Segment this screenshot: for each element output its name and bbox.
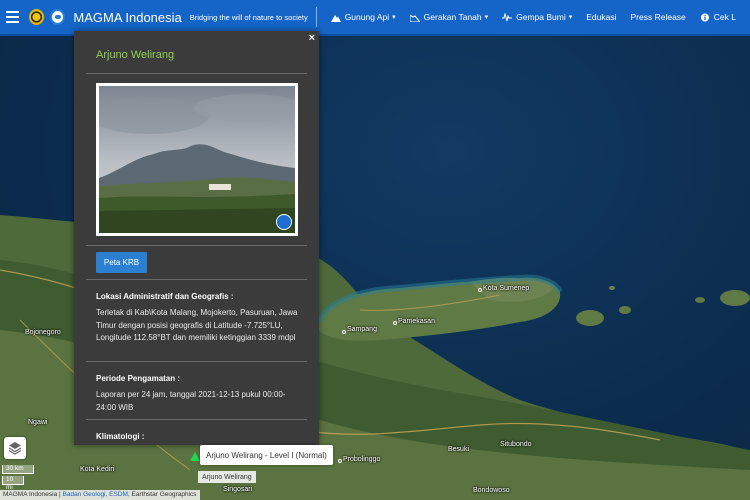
attribution-link[interactable]: Badan Geologi, ESDM,	[63, 491, 130, 498]
place-label: Situbondo	[500, 441, 532, 448]
section-text-periode: Laporan per 24 jam, tanggal 2021-12-13 p…	[96, 390, 286, 412]
esdm-logo	[29, 9, 45, 25]
place-label: Kota Sumenep	[483, 285, 530, 292]
place-label: Bojonegoro	[25, 329, 61, 336]
volcano-title: Arjuno Welirang	[96, 49, 175, 61]
chevron-down-icon: ▾	[392, 14, 396, 21]
nav-label: Gerakan Tanah	[423, 12, 482, 22]
peta-krb-button[interactable]: Peta KRB	[96, 252, 147, 273]
divider	[86, 419, 307, 420]
volcano-tooltip: Arjuno Welirang - Level I (Normal)	[200, 445, 333, 465]
volcano-photo-image	[99, 86, 295, 233]
nav-gerakan-tanah[interactable]: Gerakan Tanah ▾	[409, 12, 489, 22]
nav-edukasi[interactable]: Edukasi	[586, 12, 616, 22]
volcano-photo[interactable]	[96, 83, 298, 236]
landslide-icon	[409, 13, 420, 22]
nav-label: Gunung Api	[344, 12, 390, 22]
nav-gunung-api[interactable]: Gunung Api ▾	[330, 12, 396, 22]
layers-icon	[8, 442, 22, 455]
place-label: Singosari	[223, 486, 253, 493]
section-heading-lokasi: Lokasi Administratif dan Geografis :	[96, 292, 234, 301]
nav-label: Cek L	[713, 12, 736, 22]
nav-label: Press Release	[630, 12, 686, 22]
volcano-info-panel: × Arjuno Welirang Peta KRB Lokasi Admini	[74, 31, 319, 445]
magma-logo	[50, 9, 66, 25]
attribution-source: MAGMA Indonesia |	[3, 491, 61, 498]
brand-title[interactable]: MAGMA Indonesia	[73, 10, 181, 25]
section-text-lokasi: Terletak di Kab\Kota Malang, Mojokerto, …	[96, 308, 298, 342]
layers-button[interactable]	[4, 437, 26, 459]
earthquake-icon	[502, 12, 513, 21]
chevron-down-icon: ▾	[484, 14, 489, 21]
section-heading-klimatologi: Klimatologi :	[96, 432, 145, 441]
chevron-down-icon: ▾	[568, 14, 573, 21]
place-label: Ngawi	[28, 419, 48, 426]
divider	[86, 73, 307, 74]
place-dot	[478, 288, 482, 292]
nav-label: Gempa Bumi	[516, 12, 566, 22]
nav-gempa-bumi[interactable]: Gempa Bumi ▾	[502, 12, 572, 22]
map-attribution: MAGMA Indonesia | Badan Geologi, ESDM, E…	[0, 490, 200, 500]
nav-press-release[interactable]: Press Release	[631, 12, 686, 22]
nav-cek-laporan[interactable]: Cek L	[700, 12, 736, 22]
scale-bar-km: 30 km	[2, 465, 34, 474]
volcano-marker-normal[interactable]	[190, 452, 200, 461]
place-label: Besuki	[448, 446, 470, 453]
divider	[86, 245, 307, 246]
divider	[86, 279, 307, 280]
camera-icon	[276, 214, 292, 230]
place-label: Kota Kediri	[80, 466, 115, 473]
mountain-icon	[330, 14, 341, 22]
place-dot	[393, 321, 397, 325]
place-dot	[342, 330, 346, 334]
volcano-marker-label: Arjuno Welirang	[198, 471, 256, 483]
brand-tagline: Bridging the will of nature to society	[189, 12, 308, 22]
nav-divider	[315, 7, 317, 27]
hamburger-menu-icon[interactable]	[6, 11, 20, 23]
divider	[86, 361, 307, 362]
place-label: Sampang	[347, 326, 377, 333]
place-label: Probolinggo	[343, 456, 381, 463]
place-dot	[338, 459, 342, 463]
nav-label: Edukasi	[586, 12, 617, 22]
place-label: Pamekasan	[398, 318, 435, 325]
close-icon[interactable]: ×	[309, 32, 315, 44]
attribution-rest: Earthstar Geographics	[131, 491, 197, 498]
info-icon	[700, 12, 709, 22]
section-heading-periode: Periode Pengamatan :	[96, 374, 181, 383]
place-label: Bondowoso	[473, 487, 510, 494]
scale-bar-mi: 10 mi	[2, 476, 24, 491]
